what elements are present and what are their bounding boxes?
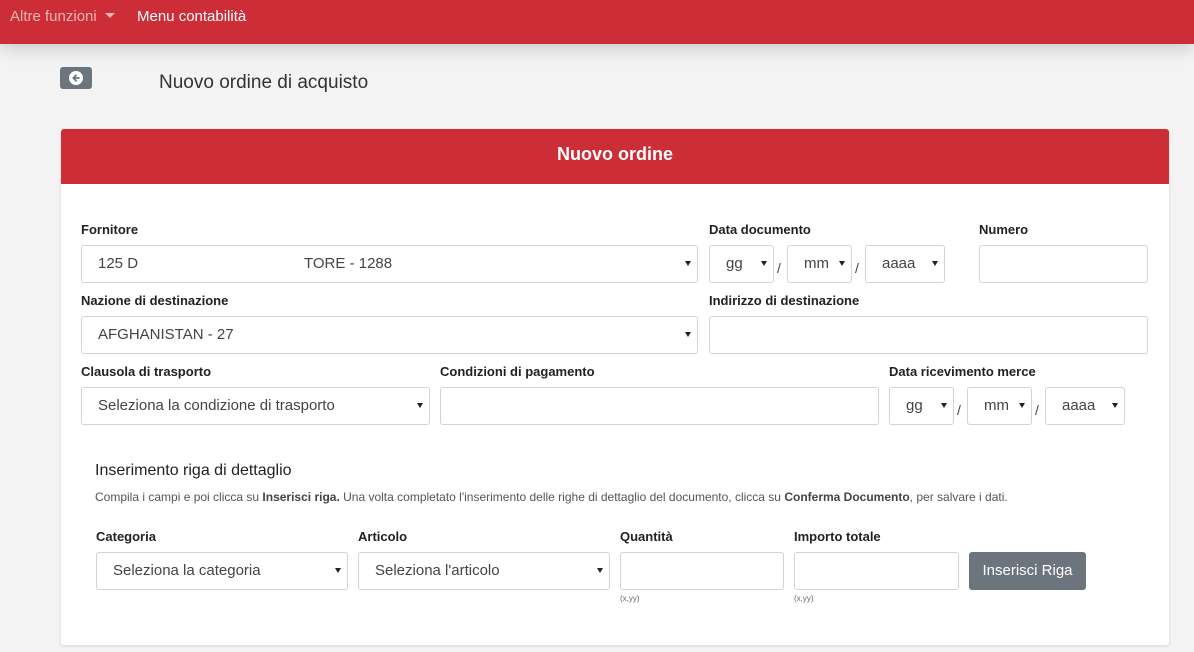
hint-bold-2: Conferma Documento bbox=[784, 490, 910, 504]
data-documento-mm-value: mm bbox=[804, 255, 829, 272]
caret-down-icon bbox=[104, 13, 115, 18]
pagamento-input[interactable] bbox=[440, 387, 879, 425]
quantita-format-hint: (x,yy) bbox=[620, 594, 640, 603]
caret-down-icon bbox=[1019, 403, 1025, 408]
clausola-value: Seleziona la condizione di trasporto bbox=[98, 397, 335, 414]
caret-down-icon bbox=[417, 403, 423, 408]
importo-format-hint: (x,yy) bbox=[794, 594, 814, 603]
data-documento-aaaa-select[interactable]: aaaa bbox=[865, 245, 945, 283]
caret-down-icon bbox=[597, 568, 603, 573]
indirizzo-label: Indirizzo di destinazione bbox=[709, 293, 860, 308]
hint-text-1: Compila i campi e poi clicca su bbox=[95, 490, 263, 504]
clausola-select[interactable]: Seleziona la condizione di trasporto bbox=[81, 387, 430, 425]
inserisci-riga-button[interactable]: Inserisci Riga bbox=[969, 552, 1086, 590]
data-documento-aaaa-value: aaaa bbox=[882, 255, 916, 272]
data-ricevimento-mm-value: mm bbox=[984, 397, 1009, 414]
caret-down-icon bbox=[335, 568, 341, 573]
nazione-select[interactable]: AFGHANISTAN - 27 bbox=[81, 316, 698, 354]
menu-altre-funzioni[interactable]: Altre funzioni bbox=[10, 8, 115, 25]
hint-text-3: , per salvare i dati. bbox=[909, 490, 1008, 504]
fornitore-value-end: TORE - 1288 bbox=[304, 255, 393, 272]
numero-label: Numero bbox=[979, 222, 1029, 237]
hint-text-2: Una volta completato l'inserimento delle… bbox=[339, 490, 785, 504]
caret-down-icon bbox=[685, 261, 691, 266]
date-separator: / bbox=[855, 260, 859, 276]
detail-section-title: Inserimento riga di dettaglio bbox=[95, 462, 292, 479]
articolo-value: Seleziona l'articolo bbox=[375, 562, 500, 579]
quantita-input[interactable] bbox=[620, 552, 784, 590]
data-ricevimento-gg-select[interactable]: gg bbox=[889, 387, 954, 425]
hint-bold-1: Inserisci riga. bbox=[262, 490, 340, 504]
page-title: Nuovo ordine di acquisto bbox=[159, 72, 369, 93]
menu-contabilita[interactable]: Menu contabilità bbox=[137, 8, 246, 25]
caret-down-icon bbox=[761, 261, 767, 266]
date-separator: / bbox=[957, 402, 961, 418]
caret-down-icon bbox=[839, 261, 845, 266]
caret-down-icon bbox=[685, 332, 691, 337]
clausola-label: Clausola di trasporto bbox=[81, 364, 212, 379]
quantita-label: Quantità bbox=[620, 529, 673, 544]
fornitore-value-start: 125 D bbox=[98, 255, 139, 272]
indirizzo-input[interactable] bbox=[709, 316, 1148, 354]
menu-altre-funzioni-label: Altre funzioni bbox=[10, 8, 97, 25]
data-ricevimento-label: Data ricevimento merce bbox=[889, 364, 1036, 379]
data-documento-gg-select[interactable]: gg bbox=[709, 245, 774, 283]
data-documento-gg-value: gg bbox=[726, 255, 743, 272]
caret-down-icon bbox=[1112, 403, 1118, 408]
articolo-select[interactable]: Seleziona l'articolo bbox=[358, 552, 610, 590]
arrow-circle-left-icon bbox=[69, 71, 83, 85]
caret-down-icon bbox=[941, 403, 947, 408]
categoria-label: Categoria bbox=[96, 529, 156, 544]
data-documento-label: Data documento bbox=[709, 222, 811, 237]
nazione-value: AFGHANISTAN - 27 bbox=[98, 326, 234, 343]
data-documento-mm-select[interactable]: mm bbox=[787, 245, 852, 283]
top-navbar: Altre funzioni Menu contabilità bbox=[0, 0, 1194, 44]
fornitore-select[interactable]: 125 D TORE - 1288 bbox=[81, 245, 698, 283]
categoria-value: Seleziona la categoria bbox=[113, 562, 261, 579]
data-ricevimento-aaaa-select[interactable]: aaaa bbox=[1045, 387, 1125, 425]
data-ricevimento-gg-value: gg bbox=[906, 397, 923, 414]
nazione-label: Nazione di destinazione bbox=[81, 293, 229, 308]
pagamento-label: Condizioni di pagamento bbox=[440, 364, 595, 379]
importo-input[interactable] bbox=[794, 552, 959, 590]
categoria-select[interactable]: Seleziona la categoria bbox=[96, 552, 348, 590]
importo-label: Importo totale bbox=[794, 529, 881, 544]
date-separator: / bbox=[777, 260, 781, 276]
order-card: Nuovo ordine Fornitore 125 D TORE - 1288… bbox=[61, 129, 1169, 645]
fornitore-label: Fornitore bbox=[81, 222, 139, 237]
caret-down-icon bbox=[932, 261, 938, 266]
articolo-label: Articolo bbox=[358, 529, 408, 544]
date-separator: / bbox=[1035, 402, 1039, 418]
numero-input[interactable] bbox=[979, 245, 1148, 283]
detail-hint: Compila i campi e poi clicca su Inserisc… bbox=[95, 490, 1008, 504]
card-header: Nuovo ordine bbox=[61, 129, 1169, 184]
data-ricevimento-mm-select[interactable]: mm bbox=[967, 387, 1032, 425]
back-button[interactable] bbox=[60, 67, 92, 89]
data-ricevimento-aaaa-value: aaaa bbox=[1062, 397, 1096, 414]
